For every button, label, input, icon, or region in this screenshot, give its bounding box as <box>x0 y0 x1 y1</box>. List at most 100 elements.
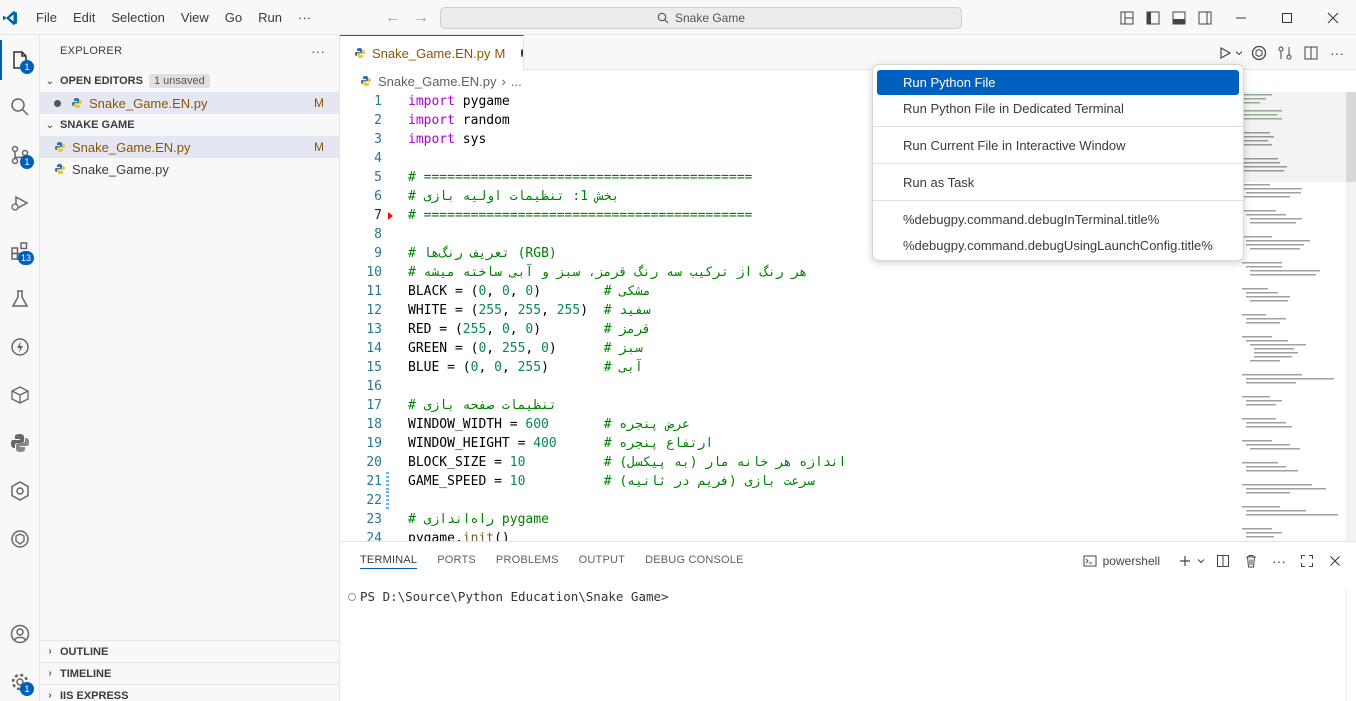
split-terminal-icon[interactable] <box>1212 550 1234 572</box>
menu-file[interactable]: File <box>28 10 65 25</box>
chevron-down-icon: ⌄ <box>45 119 55 131</box>
compare-changes-icon[interactable] <box>1272 41 1298 65</box>
python-file-icon <box>354 47 366 59</box>
menu-more[interactable]: ··· <box>290 10 319 25</box>
code-line: 19 WINDOW_HEIGHT = 400 # ارتفاع پنجره <box>340 434 1240 453</box>
code-line: 22 <box>340 491 1240 510</box>
open-editor-item[interactable]: Snake_Game.EN.py M <box>40 92 340 114</box>
code-text: GAME_SPEED = 10 # سرعت بازی (فریم در ثان… <box>408 474 816 489</box>
run-debug-icon[interactable] <box>0 183 40 223</box>
chevron-right-icon: › <box>48 668 52 679</box>
search-icon[interactable] <box>0 87 40 127</box>
split-editor-icon[interactable] <box>1298 41 1324 65</box>
extensions-icon[interactable]: 13 <box>0 231 40 271</box>
close-panel-icon[interactable] <box>1324 550 1346 572</box>
outline-section[interactable]: › OUTLINE <box>40 640 340 662</box>
source-control-icon[interactable]: 1 <box>0 135 40 175</box>
timeline-label: TIMELINE <box>60 667 112 680</box>
line-number: 22 <box>366 493 382 508</box>
terminal-shell-name[interactable]: powershell <box>1103 554 1160 568</box>
menu-go[interactable]: Go <box>217 10 250 25</box>
code-line: 24 pygame.init() <box>340 529 1240 541</box>
menu-item-run-dedicated-terminal[interactable]: Run Python File in Dedicated Terminal <box>877 96 1239 121</box>
folder-section[interactable]: ⌄ SNAKE GAME <box>40 114 340 136</box>
line-number: 23 <box>366 512 382 527</box>
breadcrumb-symbol[interactable]: ... <box>511 74 522 89</box>
breakpoint-arrow-icon <box>388 212 393 220</box>
code-line: 11 BLACK = (0, 0, 0) # مشکی <box>340 282 1240 301</box>
explorer-badge: 1 <box>20 60 34 74</box>
folder-label: SNAKE GAME <box>60 119 135 131</box>
search-icon <box>657 12 669 24</box>
account-icon[interactable] <box>0 614 40 654</box>
line-number: 5 <box>374 170 382 185</box>
terminal-scrollbar[interactable] <box>1346 589 1356 701</box>
file-item[interactable]: Snake_Game.py <box>40 158 340 180</box>
copilot-icon[interactable] <box>1246 41 1272 65</box>
tab-output[interactable]: OUTPUT <box>579 552 625 569</box>
explorer-more-icon[interactable]: ··· <box>311 43 325 59</box>
openai-chat-icon[interactable] <box>0 519 40 559</box>
menu-item-run-python-file[interactable]: Run Python File <box>877 70 1239 95</box>
python-icon[interactable] <box>0 423 40 463</box>
menu-item-debug-in-terminal[interactable]: %debugpy.command.debugInTerminal.title% <box>877 207 1239 232</box>
toggle-secondary-sidebar-icon[interactable] <box>1192 6 1218 30</box>
testing-flask-icon[interactable] <box>0 279 40 319</box>
manage-gear-icon[interactable]: 1 <box>0 662 40 701</box>
toggle-panel-icon[interactable] <box>1166 6 1192 30</box>
minimap[interactable] <box>1240 92 1346 541</box>
terminal-dropdown-chevron-icon[interactable] <box>1196 550 1206 572</box>
explorer-icon[interactable]: 1 <box>0 40 40 80</box>
breadcrumb-file[interactable]: Snake_Game.EN.py <box>378 74 497 89</box>
editor-more-icon[interactable]: ··· <box>1324 41 1350 65</box>
panel-more-icon[interactable]: ··· <box>1268 550 1290 572</box>
tab-terminal[interactable]: TERMINAL <box>360 552 418 569</box>
customize-layout-icon[interactable] <box>1114 6 1140 30</box>
tab-debug-console[interactable]: DEBUG CONSOLE <box>645 552 744 569</box>
line-number: 14 <box>366 341 382 356</box>
tab-ports[interactable]: PORTS <box>437 552 476 569</box>
menu-edit[interactable]: Edit <box>65 10 103 25</box>
unsaved-dot-icon[interactable] <box>521 49 523 57</box>
menu-item-debug-launch-config[interactable]: %debugpy.command.debugUsingLaunchConfig.… <box>877 233 1239 258</box>
lightning-icon[interactable] <box>0 327 40 367</box>
line-number: 17 <box>366 398 382 413</box>
maximize-icon[interactable] <box>1264 0 1310 35</box>
run-dropdown-chevron-icon[interactable] <box>1232 41 1246 65</box>
toggle-sidebar-icon[interactable] <box>1140 6 1166 30</box>
menu-selection[interactable]: Selection <box>103 10 172 25</box>
line-number: 19 <box>366 436 382 451</box>
line-number: 7 <box>374 208 382 223</box>
menu-run[interactable]: Run <box>250 10 290 25</box>
menu-item-run-as-task[interactable]: Run as Task <box>877 170 1239 195</box>
back-arrow-icon[interactable]: ← <box>383 8 403 28</box>
terminal-prompt: PS D:\Source\Python Education\Snake Game… <box>360 589 669 604</box>
timeline-section[interactable]: › TIMELINE <box>40 662 340 684</box>
code-text: import sys <box>408 132 487 147</box>
editor-scrollbar[interactable] <box>1346 92 1356 541</box>
forward-arrow-icon[interactable]: → <box>411 8 431 28</box>
extensions-badge: 13 <box>17 251 34 265</box>
kill-terminal-trash-icon[interactable] <box>1240 550 1262 572</box>
menu-item-run-interactive-window[interactable]: Run Current File in Interactive Window <box>877 133 1239 158</box>
remote-explorer-icon[interactable] <box>0 375 40 415</box>
menu-bar: File Edit Selection View Go Run ··· <box>28 0 319 35</box>
unsaved-dot-icon[interactable] <box>54 99 61 107</box>
iis-express-section[interactable]: › IIS EXPRESS <box>40 684 340 701</box>
menu-view[interactable]: View <box>173 10 217 25</box>
manage-badge: 1 <box>20 682 34 696</box>
code-line: 13 RED = (255, 0, 0) # قرمز <box>340 320 1240 339</box>
code-text: GREEN = (0, 255, 0) # سبز <box>408 341 643 356</box>
editor-tab[interactable]: Snake_Game.EN.py M <box>340 35 524 70</box>
file-item[interactable]: Snake_Game.EN.py M <box>40 136 340 158</box>
maximize-panel-icon[interactable] <box>1296 550 1318 572</box>
close-window-icon[interactable] <box>1310 0 1356 35</box>
command-center-search[interactable]: Snake Game <box>440 7 962 29</box>
tab-problems[interactable]: PROBLEMS <box>496 552 559 569</box>
open-editors-section[interactable]: ⌄ OPEN EDITORS 1 unsaved <box>40 70 340 92</box>
code-line: 18 WINDOW_WIDTH = 600 # عرض پنجره <box>340 415 1240 434</box>
minimize-icon[interactable] <box>1218 0 1264 35</box>
terminal-output[interactable]: PS D:\Source\Python Education\Snake Game… <box>348 589 669 604</box>
hexagon-extension-icon[interactable] <box>0 471 40 511</box>
new-terminal-plus-icon[interactable] <box>1174 550 1196 572</box>
